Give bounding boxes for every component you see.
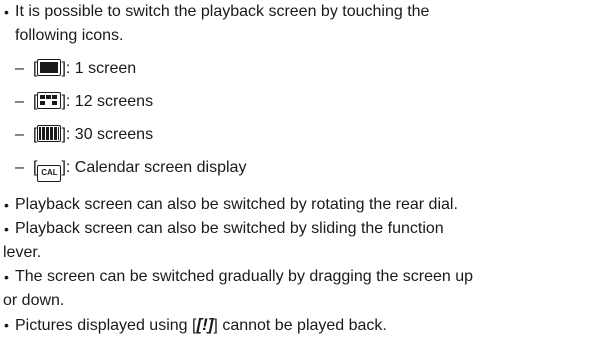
list-item-1-screen: – []: 1 screen	[3, 57, 586, 81]
bullet-dot: •	[4, 4, 9, 20]
bracket-close: ]:	[61, 159, 71, 176]
single-screen-icon[interactable]	[37, 59, 62, 76]
bullet-dot: •	[4, 221, 9, 237]
list-item-12-screens: – []: 12 screens	[3, 90, 586, 114]
document-body: • It is possible to switch the playback …	[3, 0, 586, 338]
bullet-dot: •	[4, 269, 9, 285]
pictures-prefix: Pictures displayed using [	[15, 317, 197, 334]
bullet-pictures: • Pictures displayed using [[!]] cannot …	[3, 313, 586, 338]
dash: –	[15, 93, 24, 110]
twelve-screens-icon[interactable]	[37, 92, 62, 109]
bullet-drag: • The screen can be switched gradually b…	[3, 265, 586, 313]
dash: –	[15, 159, 24, 176]
thirty-screens-icon[interactable]	[37, 125, 62, 142]
pictures-suffix: ] cannot be played back.	[213, 317, 387, 334]
function-lever-line-2: lever.	[3, 244, 42, 261]
icon-label-calendar: Calendar screen display	[74, 159, 247, 176]
bullet-function-lever: • Playback screen can also be switched b…	[3, 217, 586, 265]
dash: –	[15, 60, 24, 77]
icon-label-1-screen: 1 screen	[74, 60, 137, 77]
intro-line-2: following icons.	[15, 27, 124, 44]
function-lever-line-1: Playback screen can also be switched by …	[15, 220, 444, 237]
bullet-rear-dial: • Playback screen can also be switched b…	[3, 193, 586, 217]
bracket-close: ]:	[61, 126, 71, 143]
rear-dial-text: Playback screen can also be switched by …	[15, 196, 458, 213]
drag-line-2: or down.	[3, 292, 65, 309]
drag-line-1: The screen can be switched gradually by …	[15, 268, 474, 285]
dash: –	[15, 126, 24, 143]
warning-bracket-icon: [!]	[196, 315, 214, 334]
bracket-close: ]:	[61, 60, 71, 77]
bracket-close: ]:	[61, 93, 71, 110]
icon-label-12-screens: 12 screens	[74, 93, 154, 110]
calendar-icon[interactable]: CAL	[37, 165, 62, 182]
bullet-dot: •	[4, 197, 9, 213]
list-item-calendar: – [CAL]: Calendar screen display	[3, 156, 586, 182]
bullet-dot: •	[4, 317, 9, 333]
bullet-switch-screen: • It is possible to switch the playback …	[3, 0, 586, 48]
list-item-30-screens: – []: 30 screens	[3, 123, 586, 147]
intro-line-1: It is possible to switch the playback sc…	[15, 3, 430, 20]
icon-label-30-screens: 30 screens	[74, 126, 154, 143]
